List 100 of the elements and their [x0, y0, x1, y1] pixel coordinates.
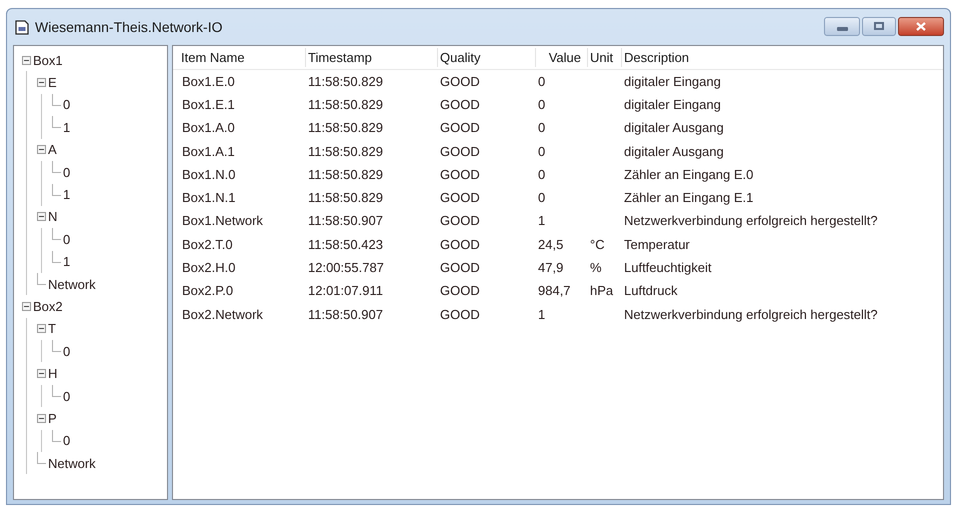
- table-cell: hPa: [590, 283, 614, 298]
- tree-line-icon: [52, 184, 61, 196]
- table-cell: 12:00:55.787: [308, 260, 384, 276]
- collapse-icon[interactable]: [37, 78, 46, 88]
- tree-item[interactable]: 0: [63, 434, 70, 448]
- table-cell: GOOD: [440, 96, 480, 112]
- tree-item[interactable]: 0: [63, 98, 70, 112]
- table-cell: Box1.A.1: [182, 144, 235, 159]
- tree-item[interactable]: Box2: [33, 300, 63, 313]
- column-header[interactable]: Timestamp: [305, 48, 437, 68]
- tree-item[interactable]: A: [48, 143, 57, 156]
- table-cell: digitaler Ausgang: [624, 120, 724, 136]
- table-cell: 984,7: [538, 283, 571, 298]
- table-cell: 0: [538, 166, 546, 182]
- table-cell: %: [590, 260, 602, 276]
- column-header[interactable]: Description: [621, 48, 943, 68]
- table-cell: Luftfeuchtigkeit: [624, 260, 712, 276]
- tree-line-icon: [52, 116, 61, 128]
- tree-item[interactable]: Box1: [33, 54, 63, 67]
- table-cell: Luftdruck: [624, 283, 678, 298]
- tree-item[interactable]: 0: [63, 390, 70, 403]
- table-cell: GOOD: [440, 120, 480, 136]
- table-cell: 47,9: [538, 260, 564, 276]
- collapse-icon[interactable]: [37, 145, 46, 154]
- table-cell: Temperatur: [624, 236, 690, 252]
- tree-item[interactable]: T: [48, 322, 56, 336]
- table-cell: GOOD: [440, 283, 480, 298]
- table-cell: 0: [538, 74, 546, 89]
- table-cell: 1: [538, 306, 546, 322]
- tree-item[interactable]: 1: [63, 188, 70, 202]
- collapse-icon[interactable]: [37, 324, 46, 334]
- collapse-icon[interactable]: [37, 414, 46, 423]
- tree-line-icon: [52, 161, 61, 174]
- table-cell: 11:58:50.829: [308, 190, 383, 206]
- window-title: Wiesemann-Theis.Network-IO: [35, 18, 222, 36]
- table-cell: digitaler Ausgang: [624, 144, 724, 159]
- collapse-icon[interactable]: [37, 369, 46, 378]
- tree-item[interactable]: H: [48, 367, 58, 380]
- table-cell: Netzwerkverbindung erfolgreich hergestellt?: [624, 213, 878, 228]
- table-cell: Box2.Network: [182, 306, 263, 322]
- table-cell: 11:58:50.907: [308, 213, 383, 228]
- table-cell: GOOD: [440, 213, 480, 228]
- tree-item[interactable]: 0: [63, 232, 70, 246]
- column-header[interactable]: Quality: [437, 48, 535, 68]
- table-cell: 24,5: [538, 236, 564, 252]
- table-cell: 11:58:50.829: [308, 96, 383, 112]
- table-cell: 0: [538, 190, 546, 206]
- tree-item[interactable]: 1: [63, 120, 70, 134]
- table-cell: Box1.N.1: [182, 190, 236, 206]
- table-cell: Box1.A.0: [182, 120, 235, 136]
- column-header[interactable]: Value: [535, 48, 587, 68]
- tree-line-icon: [52, 385, 61, 398]
- tree-line-icon: [52, 94, 61, 106]
- table-cell: 11:58:50.829: [308, 144, 383, 159]
- tree-line-icon: [37, 452, 46, 464]
- minimize-button[interactable]: [824, 16, 860, 36]
- tree-item[interactable]: E: [48, 76, 57, 90]
- table-cell: °C: [590, 236, 605, 252]
- table-cell: 11:58:50.829: [308, 166, 383, 182]
- table-cell: GOOD: [440, 166, 480, 182]
- tree-line-icon: [52, 228, 61, 240]
- table-cell: 0: [538, 96, 546, 112]
- column-header[interactable]: Item Name: [179, 48, 305, 68]
- table-cell: Box1.E.0: [182, 74, 235, 89]
- tree-line-icon: [52, 340, 61, 352]
- table-cell: Zähler an Eingang E.0: [624, 166, 754, 182]
- table-cell: Box2.H.0: [182, 260, 236, 276]
- tree-line-icon: [37, 273, 46, 286]
- table-cell: Netzwerkverbindung erfolgreich hergestellt?: [624, 306, 878, 322]
- tree-line-icon: [52, 250, 61, 263]
- column-header[interactable]: Unit: [587, 48, 621, 68]
- table-cell: GOOD: [440, 236, 480, 252]
- table-cell: 11:58:50.829: [308, 74, 383, 89]
- close-button[interactable]: [898, 16, 944, 36]
- table-cell: digitaler Eingang: [624, 74, 721, 89]
- table-cell: digitaler Eingang: [624, 96, 721, 112]
- maximize-icon: [874, 22, 884, 30]
- tree-item[interactable]: Network: [48, 456, 96, 470]
- table-cell: GOOD: [440, 74, 480, 89]
- collapse-icon[interactable]: [37, 212, 46, 222]
- table-cell: 12:01:07.911: [308, 283, 383, 298]
- collapse-icon[interactable]: [22, 302, 31, 311]
- tree-item[interactable]: Network: [48, 278, 96, 291]
- tree-item[interactable]: 0: [63, 166, 70, 179]
- minimize-icon: [836, 26, 848, 30]
- tree-line-icon: [52, 430, 61, 442]
- table-cell: Box2.P.0: [182, 283, 234, 298]
- table-cell: 11:58:50.423: [308, 236, 383, 252]
- table-cell: Zähler an Eingang E.1: [624, 190, 754, 206]
- tree-item[interactable]: P: [48, 412, 57, 425]
- table-cell: Box1.E.1: [182, 96, 235, 112]
- table-cell: Box1.Network: [182, 213, 263, 228]
- table-cell: GOOD: [440, 306, 480, 322]
- table-cell: 11:58:50.907: [308, 306, 383, 322]
- maximize-button[interactable]: [862, 16, 896, 36]
- tree-item[interactable]: 0: [63, 344, 70, 358]
- collapse-icon[interactable]: [22, 56, 31, 65]
- table-cell: 11:58:50.829: [308, 120, 383, 136]
- tree-item[interactable]: 1: [63, 255, 70, 268]
- tree-item[interactable]: N: [48, 210, 58, 224]
